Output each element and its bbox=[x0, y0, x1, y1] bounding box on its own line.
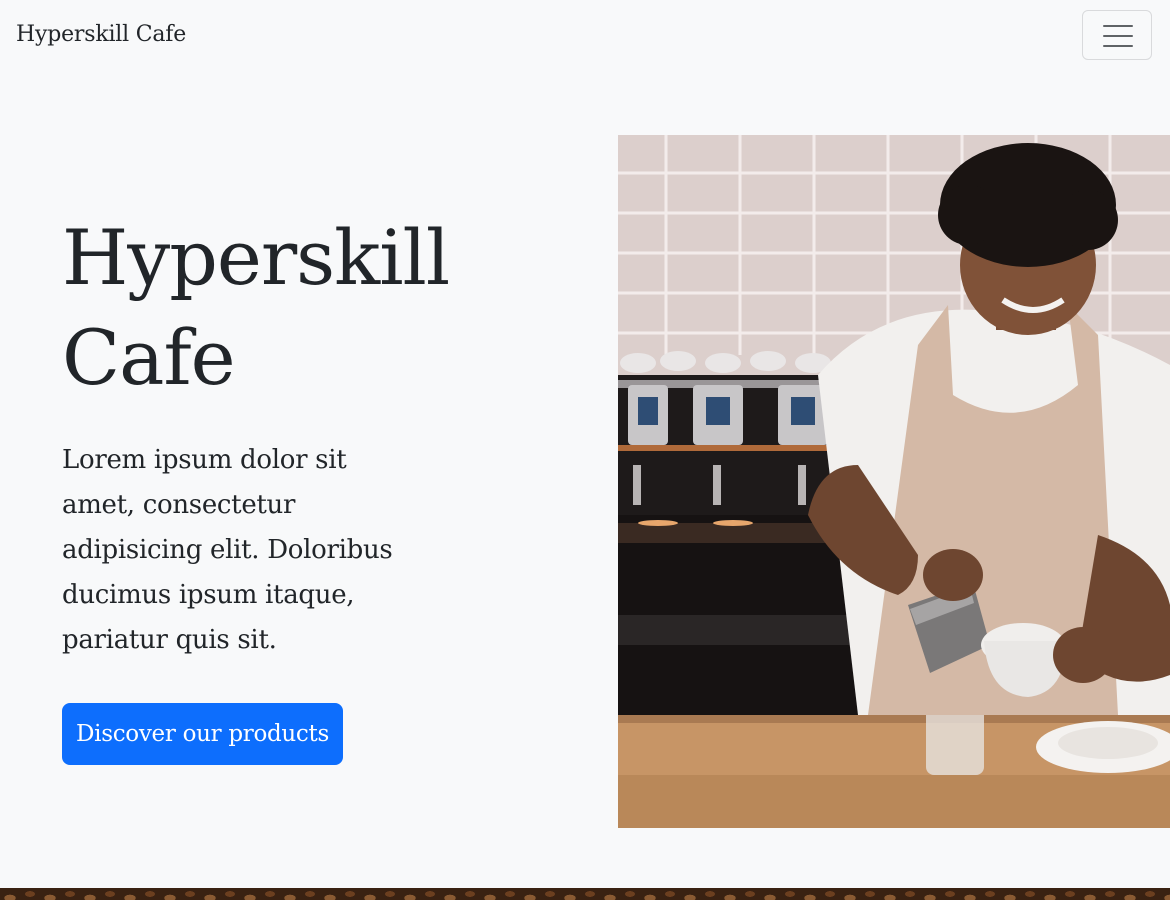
discover-products-button[interactable]: Discover our products bbox=[62, 703, 343, 765]
hero-description: Lorem ipsum dolor sit amet, consectetur … bbox=[62, 445, 393, 655]
hero-title: Hyperskill Cafe bbox=[62, 213, 450, 402]
navbar: Hyperskill Cafe bbox=[0, 0, 1170, 76]
hero-image-barista bbox=[618, 135, 1170, 828]
navbar-toggler-button[interactable] bbox=[1082, 10, 1152, 60]
navbar-brand[interactable]: Hyperskill Cafe bbox=[16, 22, 186, 47]
menu-hamburger-icon bbox=[1103, 24, 1133, 47]
coffee-beans-band bbox=[0, 888, 1170, 900]
